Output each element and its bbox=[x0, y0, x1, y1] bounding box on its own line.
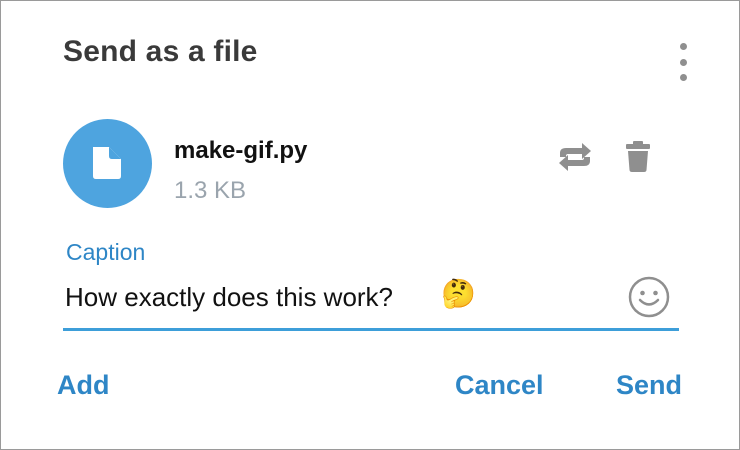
dialog-title: Send as a file bbox=[63, 35, 258, 68]
caption-label: Caption bbox=[66, 239, 146, 265]
file-size: 1.3 KB bbox=[174, 177, 247, 204]
file-name: make-gif.py bbox=[174, 137, 308, 164]
thinking-face-emoji: 🤔 bbox=[441, 278, 476, 309]
cancel-button[interactable]: Cancel bbox=[455, 370, 544, 401]
add-button[interactable]: Add bbox=[57, 370, 109, 401]
delete-file-button[interactable] bbox=[621, 139, 655, 175]
more-vertical-icon-dot bbox=[679, 58, 687, 66]
file-thumbnail bbox=[63, 119, 152, 208]
replace-file-button[interactable] bbox=[554, 139, 596, 175]
caption-input[interactable] bbox=[65, 279, 605, 315]
more-vertical-icon-dot bbox=[679, 74, 687, 81]
more-menu-button[interactable] bbox=[669, 43, 697, 81]
send-as-file-dialog: Send as a file make-gif.py 1.3 KB Captio… bbox=[0, 0, 740, 450]
trash-icon bbox=[626, 141, 650, 172]
replace-icon bbox=[559, 143, 591, 171]
more-vertical-icon bbox=[679, 43, 687, 50]
document-icon bbox=[93, 147, 121, 179]
emoji-picker-button[interactable] bbox=[627, 275, 671, 319]
smiley-icon bbox=[628, 276, 670, 318]
caption-underline bbox=[63, 328, 679, 331]
send-button[interactable]: Send bbox=[616, 370, 682, 401]
